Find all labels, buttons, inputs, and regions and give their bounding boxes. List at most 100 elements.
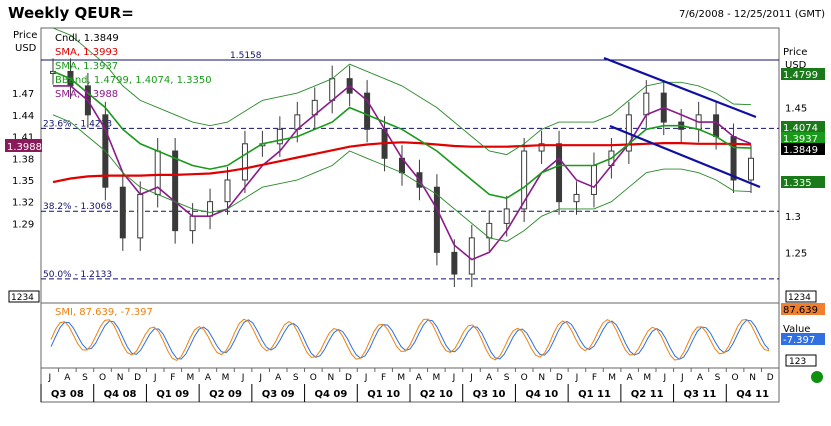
right-tick-label: 1.45 [785,104,807,115]
chart-svg[interactable]: PriceUSD PriceUSD1.471.441.411.381.351.32… [0,0,831,422]
price-candle-body [119,186,126,239]
x-quarter-label: Q4 11 [736,389,769,400]
right-value-badge-text: 1.335 [783,178,812,189]
x-month-label: S [82,373,88,383]
x-month-label: D [767,373,774,383]
main-legend-entry: SMA, 1.3937 [55,61,118,72]
price-candle-body [451,251,458,275]
price-candle-body [276,128,283,145]
left-axis-header-unit: USD [15,43,37,54]
price-candle-body [241,143,248,181]
x-month-label: F [381,373,386,383]
x-quarter-label: Q3 09 [262,389,295,400]
price-candle-body [207,201,214,217]
x-month-label: O [732,373,739,383]
right-axis-header-price: Price [783,47,807,58]
x-month-label: J [47,373,51,383]
left-tick-label: 1.47 [12,89,34,100]
main-legend-entry: Cndl, 1.3849 [55,33,119,44]
x-month-label: M [432,373,440,383]
x-month-label: D [134,373,141,383]
x-quarter-label: Q3 08 [51,389,84,400]
smi-badge-text: 87.639 [783,305,818,316]
x-month-label: S [715,373,721,383]
x-month-label: N [538,373,545,383]
x-month-label: A [64,373,71,383]
price-candle-body [590,165,597,195]
x-month-label: D [345,373,352,383]
x-month-label: F [170,373,175,383]
x-month-label: J [469,373,473,383]
main-legend-entry: SMA, 1.3988 [55,89,118,100]
left-tick-label: 1.32 [12,198,34,209]
price-candle-body [329,78,336,101]
price-candle-body [748,157,754,181]
price-candle-body [224,179,231,203]
x-month-label: A [486,373,493,383]
left-tick-label: 1.38 [12,154,34,165]
status-dot-icon [811,371,823,383]
x-month-label: M [397,373,405,383]
date-range: 7/6/2008 - 12/25/2011 (GMT) [679,9,825,20]
main-plot-frame [40,27,780,304]
x-month-label: J [575,373,579,383]
x-month-label: A [275,373,282,383]
x-quarter-label: Q4 09 [314,389,347,400]
x-month-label: M [222,373,230,383]
price-candle-body [486,222,493,239]
x-quarter-label: Q1 09 [156,389,189,400]
price-candle-body [556,143,563,203]
x-month-label: S [504,373,510,383]
price-candle-body [713,114,720,138]
left-tick-label: 1.29 [12,219,34,230]
right-tick-label: 1.3 [785,212,801,223]
left-tick-label: 1.35 [12,176,34,187]
x-month-label: J [258,373,262,383]
x-quarter-label: Q1 11 [578,389,611,400]
reference-line-label: 1.5158 [230,51,262,61]
x-month-label: A [697,373,704,383]
x-month-label: A [416,373,423,383]
price-candle-body [468,237,475,275]
price-candle-body [503,208,510,224]
x-month-label: J [153,373,157,383]
x-month-label: N [117,373,124,383]
x-month-label: N [749,373,756,383]
smi-right-bottom-badge: 123 [789,357,806,367]
main-legend-entry: BBand, 1.4799, 1.4074, 1.3350 [55,75,212,86]
x-month-label: M [608,373,616,383]
price-candle-body [643,92,650,116]
main-legend-entry: SMA, 1.3993 [55,47,118,58]
x-quarter-label: Q1 10 [367,389,400,400]
x-quarter-label: Q4 10 [525,389,558,400]
x-month-label: N [328,373,335,383]
x-month-label: F [592,373,597,383]
x-month-label: M [186,373,194,383]
main-right-bottom-badge: 1234 [788,293,811,303]
x-quarter-label: Q2 11 [631,389,664,400]
left-axis-header-price: Price [13,30,37,41]
x-month-label: O [310,373,317,383]
x-quarter-label: Q3 10 [473,389,506,400]
chart-title: Weekly QEUR= [8,4,134,22]
right-value-badge-text: 1.4799 [783,70,818,81]
price-candle-body [573,193,580,203]
reference-line-label: 50.0% - 1.2133 [43,270,112,280]
main-left-bottom-badge: 1234 [11,293,34,303]
x-month-label: A [627,373,634,383]
x-month-label: D [556,373,563,383]
x-month-label: M [643,373,651,383]
smi-legend: SMI, 87.639, -7.397 [55,307,153,318]
x-month-label: J [680,373,684,383]
x-month-label: J [364,373,368,383]
x-month-label: S [293,373,299,383]
reference-line-label: 38.2% - 1.3068 [43,202,112,212]
x-month-label: J [241,373,245,383]
left-value-badge-text: 1.3988 [7,142,42,153]
x-month-label: O [521,373,528,383]
price-candle-body [433,186,440,253]
x-quarter-label: Q3 11 [683,389,716,400]
price-candle-body [172,150,179,232]
smi-signal-badge-text: -7.397 [783,335,815,346]
price-candle-body [137,193,144,239]
